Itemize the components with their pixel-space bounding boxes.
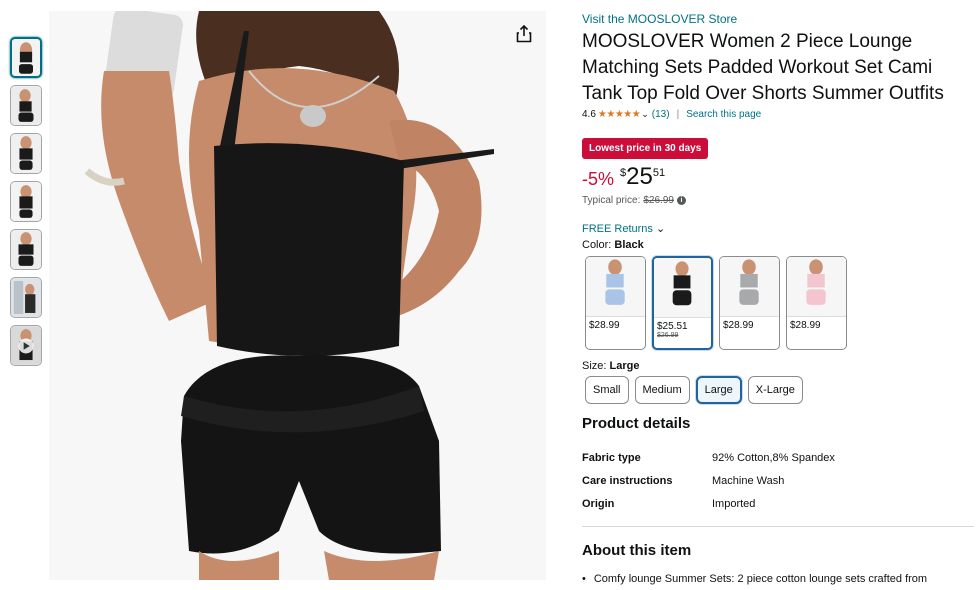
thumbnail-4[interactable] [10, 181, 42, 222]
typical-price: Typical price: $26.99 i [582, 195, 686, 206]
swatch-price: $28.99 [790, 320, 821, 331]
size-medium-button[interactable]: Medium [634, 376, 690, 404]
chevron-down-icon: ⌄ [655, 223, 666, 235]
free-returns-label: FREE Returns [582, 223, 653, 235]
separator: | [676, 109, 680, 120]
store-link[interactable]: Visit the MOOSLOVER Store [582, 12, 737, 26]
about-bullet: • Comfy lounge Summer Sets: 2 piece cott… [582, 573, 927, 585]
thumbnail-6[interactable] [10, 277, 42, 318]
swatch-grey[interactable]: $28.99 [719, 256, 780, 350]
product-details-heading: Product details [582, 415, 691, 432]
price-whole: 25 [626, 163, 653, 190]
bullet-dot: • [582, 573, 586, 585]
details-row: Care instructions Machine Wash [582, 469, 974, 492]
price-fraction: 51 [652, 167, 666, 179]
typical-price-value: $26.99 [643, 195, 674, 206]
details-row: Fabric type 92% Cotton,8% Spandex [582, 446, 974, 469]
star-rating-icon[interactable]: ★★★★★ [598, 109, 641, 120]
details-key: Care instructions [582, 474, 673, 487]
share-icon [516, 25, 532, 43]
swatch-price: $28.99 [723, 320, 754, 331]
product-title: MOOSLOVER Women 2 Piece Lounge Matching … [582, 31, 944, 104]
swatch-pink[interactable]: $28.99 [786, 256, 847, 350]
share-button[interactable] [510, 20, 538, 48]
rating-row: 4.6 ★★★★★ ⌄ (13) | Search this page [582, 109, 761, 120]
details-value: Imported [712, 497, 756, 510]
size-selected: Large [609, 360, 640, 372]
details-key: Fabric type [582, 451, 641, 464]
size-xlarge-button[interactable]: X-Large [747, 376, 803, 404]
swatch-image [586, 257, 645, 317]
swatch-price: $28.99 [589, 320, 620, 331]
thumbnail-1[interactable] [10, 37, 42, 78]
swatch-image [654, 258, 711, 318]
size-label: Size: Large [582, 360, 640, 372]
about-heading: About this item [582, 542, 692, 559]
swatch-light-blue[interactable]: $28.99 [585, 256, 646, 350]
swatch-price: $25.51 [657, 321, 688, 332]
rating-value: 4.6 [582, 109, 596, 120]
size-large-button[interactable]: Large [695, 376, 742, 404]
size-small-button[interactable]: Small [585, 376, 629, 404]
details-key: Origin [582, 497, 615, 510]
color-selected: Black [614, 239, 644, 251]
swatch-image [787, 257, 846, 317]
deal-badge: Lowest price in 30 days [582, 138, 709, 159]
thumbnail-strip [10, 37, 44, 373]
size-options: Small Medium Large X-Large [585, 376, 809, 404]
swatch-old-price: $26.99 [657, 332, 679, 339]
typical-price-label: Typical price: [582, 195, 641, 206]
details-value: 92% Cotton,8% Spandex [712, 451, 835, 464]
section-divider [582, 526, 974, 527]
color-label-text: Color: [582, 239, 612, 251]
search-page-link[interactable]: Search this page [686, 109, 761, 120]
ratings-count-link[interactable]: (13) [652, 109, 670, 120]
color-swatches: $28.99 $25.51 $26.99 $28.99 $28.99 [585, 256, 853, 350]
thumbnail-5[interactable] [10, 229, 42, 270]
color-label: Color: Black [582, 239, 644, 251]
details-row: Origin Imported [582, 492, 974, 515]
details-value: Machine Wash [712, 474, 785, 487]
thumbnail-video[interactable] [10, 325, 42, 366]
product-details-table: Fabric type 92% Cotton,8% Spandex Care i… [582, 446, 974, 515]
discount-percent: -5% [582, 169, 615, 189]
thumbnail-2[interactable] [10, 85, 42, 126]
free-returns-link[interactable]: FREE Returns ⌄ [582, 222, 665, 235]
info-icon[interactable]: i [676, 196, 686, 205]
thumbnail-3[interactable] [10, 133, 42, 174]
swatch-black[interactable]: $25.51 $26.99 [652, 256, 713, 350]
size-label-text: Size: [582, 360, 607, 372]
price-row: -5% $ 25 51 [582, 163, 665, 191]
swatch-image [720, 257, 779, 317]
main-product-image[interactable] [49, 11, 546, 580]
about-bullet-text: Comfy lounge Summer Sets: 2 piece cotton… [593, 573, 928, 585]
chevron-down-icon[interactable]: ⌄ [641, 109, 649, 120]
